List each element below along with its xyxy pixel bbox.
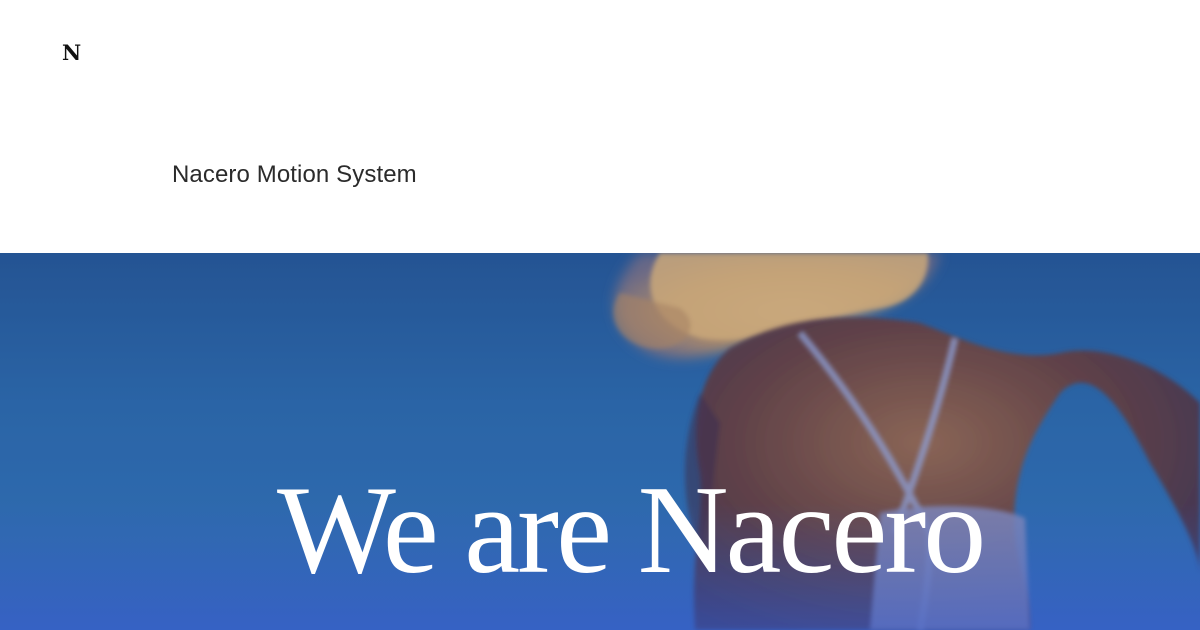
site-header: N Nacero Motion System — [0, 0, 1200, 253]
hero-banner: We are Nacero — [0, 253, 1200, 630]
page: N Nacero Motion System We are Nacero — [0, 0, 1200, 630]
site-title: Nacero Motion System — [172, 161, 417, 188]
logo[interactable]: N — [62, 42, 81, 63]
hero-heading: We are Nacero — [277, 461, 986, 600]
